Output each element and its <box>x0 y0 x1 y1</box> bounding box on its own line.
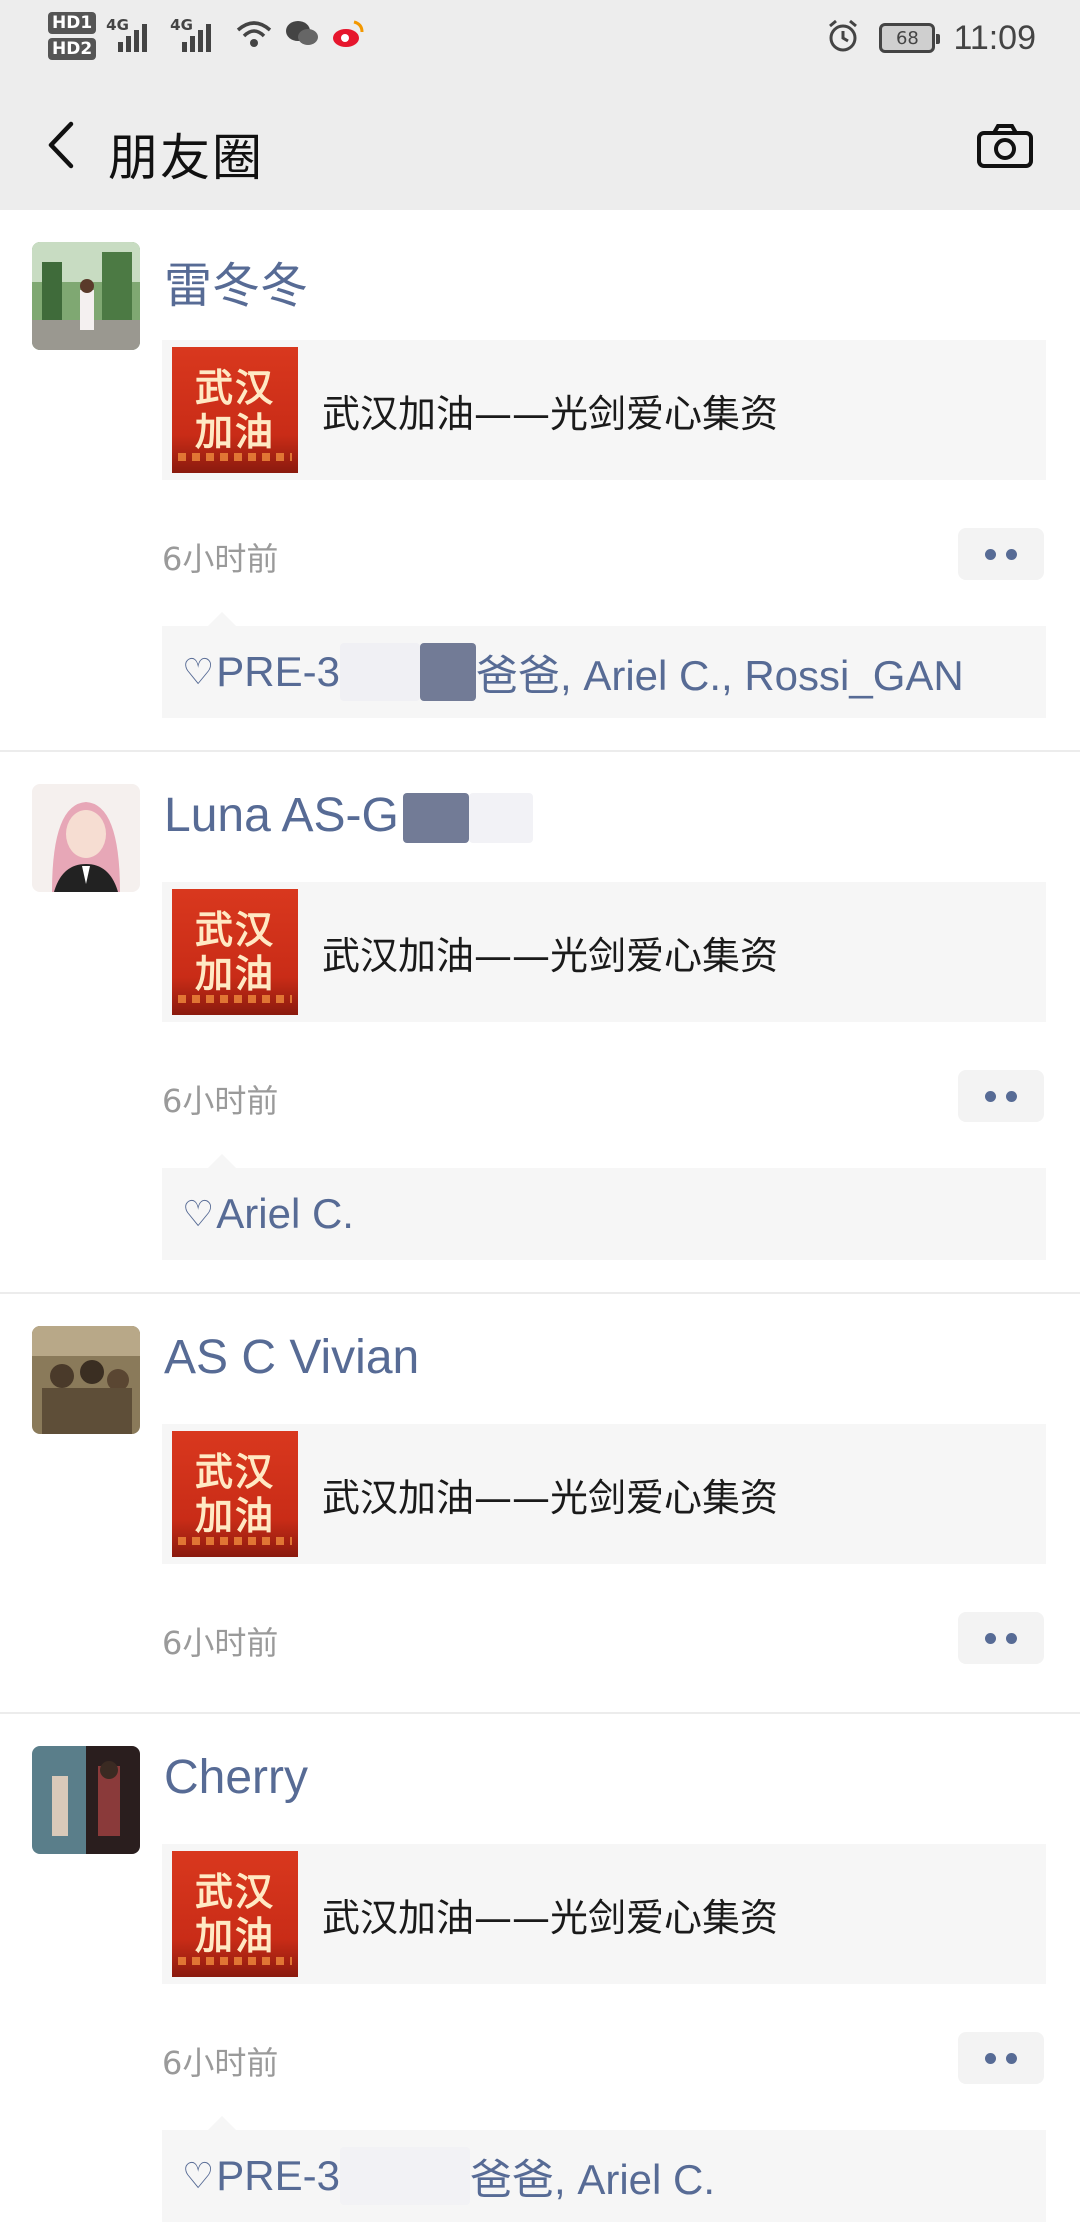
clock: 11:09 <box>953 18 1036 57</box>
link-thumbnail: 武汉 加油 <box>172 347 298 473</box>
thumb-text-line2: 加油 <box>194 952 275 996</box>
hd1-badge: HD1 <box>48 12 97 34</box>
signal-1-icon: 4G <box>106 16 160 56</box>
likes-names-start[interactable]: PRE-3 <box>216 648 340 696</box>
camera-icon <box>977 124 1033 168</box>
link-title: 武汉加油——光剑爱心集资 <box>322 1895 779 1940</box>
post-time: 6小时前 <box>162 540 279 578</box>
more-button[interactable] <box>958 1612 1044 1664</box>
link-card[interactable]: 武汉 加油 武汉加油——光剑爱心集资 <box>162 1424 1046 1564</box>
wifi-icon <box>234 18 274 54</box>
link-thumbnail: 武汉 加油 <box>172 1851 298 1977</box>
link-title: 武汉加油——光剑爱心集资 <box>322 1475 779 1520</box>
wechat-icon <box>284 18 320 54</box>
link-thumbnail: 武汉 加油 <box>172 1431 298 1557</box>
more-button[interactable] <box>958 1070 1044 1122</box>
heart-icon: ♡ <box>182 1193 215 1235</box>
thumb-text-line1: 武汉 <box>194 1870 275 1914</box>
alarm-icon <box>825 18 861 58</box>
moment-post: 雷冬冬 武汉 加油 武汉加油——光剑爱心集资 6小时前 ♡ PRE-3 爸爸, … <box>0 210 1080 752</box>
nav-bar: 朋友圈 <box>0 82 1080 210</box>
status-left: HD1 HD2 4G 4G <box>48 12 366 60</box>
avatar[interactable] <box>32 1746 140 1854</box>
link-card[interactable]: 武汉 加油 武汉加油——光剑爱心集资 <box>162 340 1046 480</box>
link-title: 武汉加油——光剑爱心集资 <box>322 391 779 436</box>
battery-level: 68 <box>895 27 919 49</box>
likes-bar: ♡ Ariel C. <box>162 1154 1046 1260</box>
moment-post: Luna AS-G 武汉 加油 武汉加油——光剑爱心集资 6小时前 ♡ Arie… <box>0 752 1080 1294</box>
likes-bar: ♡ PRE-3 爸爸, Ariel C. <box>162 2116 1046 2222</box>
post-time: 6小时前 <box>162 1624 279 1662</box>
hd-indicators: HD1 HD2 <box>48 12 97 60</box>
post-author-name[interactable]: 雷冬冬 <box>164 246 308 316</box>
link-title: 武汉加油——光剑爱心集资 <box>322 933 779 978</box>
likes-names[interactable]: Ariel C. <box>216 1190 354 1238</box>
redacted-blur <box>419 643 476 701</box>
thumb-text-line1: 武汉 <box>194 1450 275 1494</box>
heart-icon: ♡ <box>182 2155 215 2197</box>
moment-post: AS C Vivian 武汉 加油 武汉加油——光剑爱心集资 6小时前 <box>0 1294 1080 1714</box>
back-button[interactable] <box>30 110 90 180</box>
link-card[interactable]: 武汉 加油 武汉加油——光剑爱心集资 <box>162 1844 1046 1984</box>
thumb-text-line2: 加油 <box>194 1914 275 1958</box>
thumb-text-line2: 加油 <box>194 1494 275 1538</box>
post-author-name[interactable]: Cherry <box>164 1750 308 1805</box>
avatar[interactable] <box>32 1326 140 1434</box>
weibo-icon <box>330 18 366 54</box>
camera-button[interactable] <box>970 116 1040 176</box>
link-thumbnail: 武汉 加油 <box>172 889 298 1015</box>
moment-post: Cherry 武汉 加油 武汉加油——光剑爱心集资 6小时前 ♡ PRE-3 爸… <box>0 1714 1080 2240</box>
thumb-text-line2: 加油 <box>194 410 275 454</box>
moments-feed[interactable]: 雷冬冬 武汉 加油 武汉加油——光剑爱心集资 6小时前 ♡ PRE-3 爸爸, … <box>0 210 1080 2240</box>
hd2-badge: HD2 <box>48 38 97 60</box>
post-author-name-text: Luna AS-G <box>164 789 399 842</box>
post-author-name[interactable]: AS C Vivian <box>164 1330 419 1385</box>
post-author-name[interactable]: Luna AS-G <box>164 788 533 844</box>
link-card[interactable]: 武汉 加油 武汉加油——光剑爱心集资 <box>162 882 1046 1022</box>
avatar[interactable] <box>32 784 140 892</box>
heart-icon: ♡ <box>182 651 215 693</box>
page-title: 朋友圈 <box>108 129 264 187</box>
redacted-blur <box>468 793 533 844</box>
status-right: 68 11:09 <box>825 18 1036 58</box>
redacted-blur <box>402 793 469 844</box>
likes-names-rest[interactable]: 爸爸, Ariel C., Rossi_GAN <box>476 642 964 703</box>
thumb-text-line1: 武汉 <box>194 366 275 410</box>
post-time: 6小时前 <box>162 2044 279 2082</box>
likes-bar: ♡ PRE-3 爸爸, Ariel C., Rossi_GAN <box>162 612 1046 718</box>
avatar[interactable] <box>32 242 140 350</box>
redacted-blur <box>339 2147 470 2205</box>
likes-names-rest[interactable]: 爸爸, Ariel C. <box>470 2146 715 2207</box>
more-button[interactable] <box>958 2032 1044 2084</box>
signal-2-icon: 4G <box>170 16 224 56</box>
battery-icon: 68 <box>879 23 941 53</box>
status-bar: HD1 HD2 4G 4G 68 11:09 <box>0 0 1080 82</box>
redacted-blur <box>339 643 420 701</box>
more-button[interactable] <box>958 528 1044 580</box>
likes-names-start[interactable]: PRE-3 <box>216 2152 340 2200</box>
post-time: 6小时前 <box>162 1082 279 1120</box>
thumb-text-line1: 武汉 <box>194 908 275 952</box>
chevron-left-icon <box>48 121 74 169</box>
